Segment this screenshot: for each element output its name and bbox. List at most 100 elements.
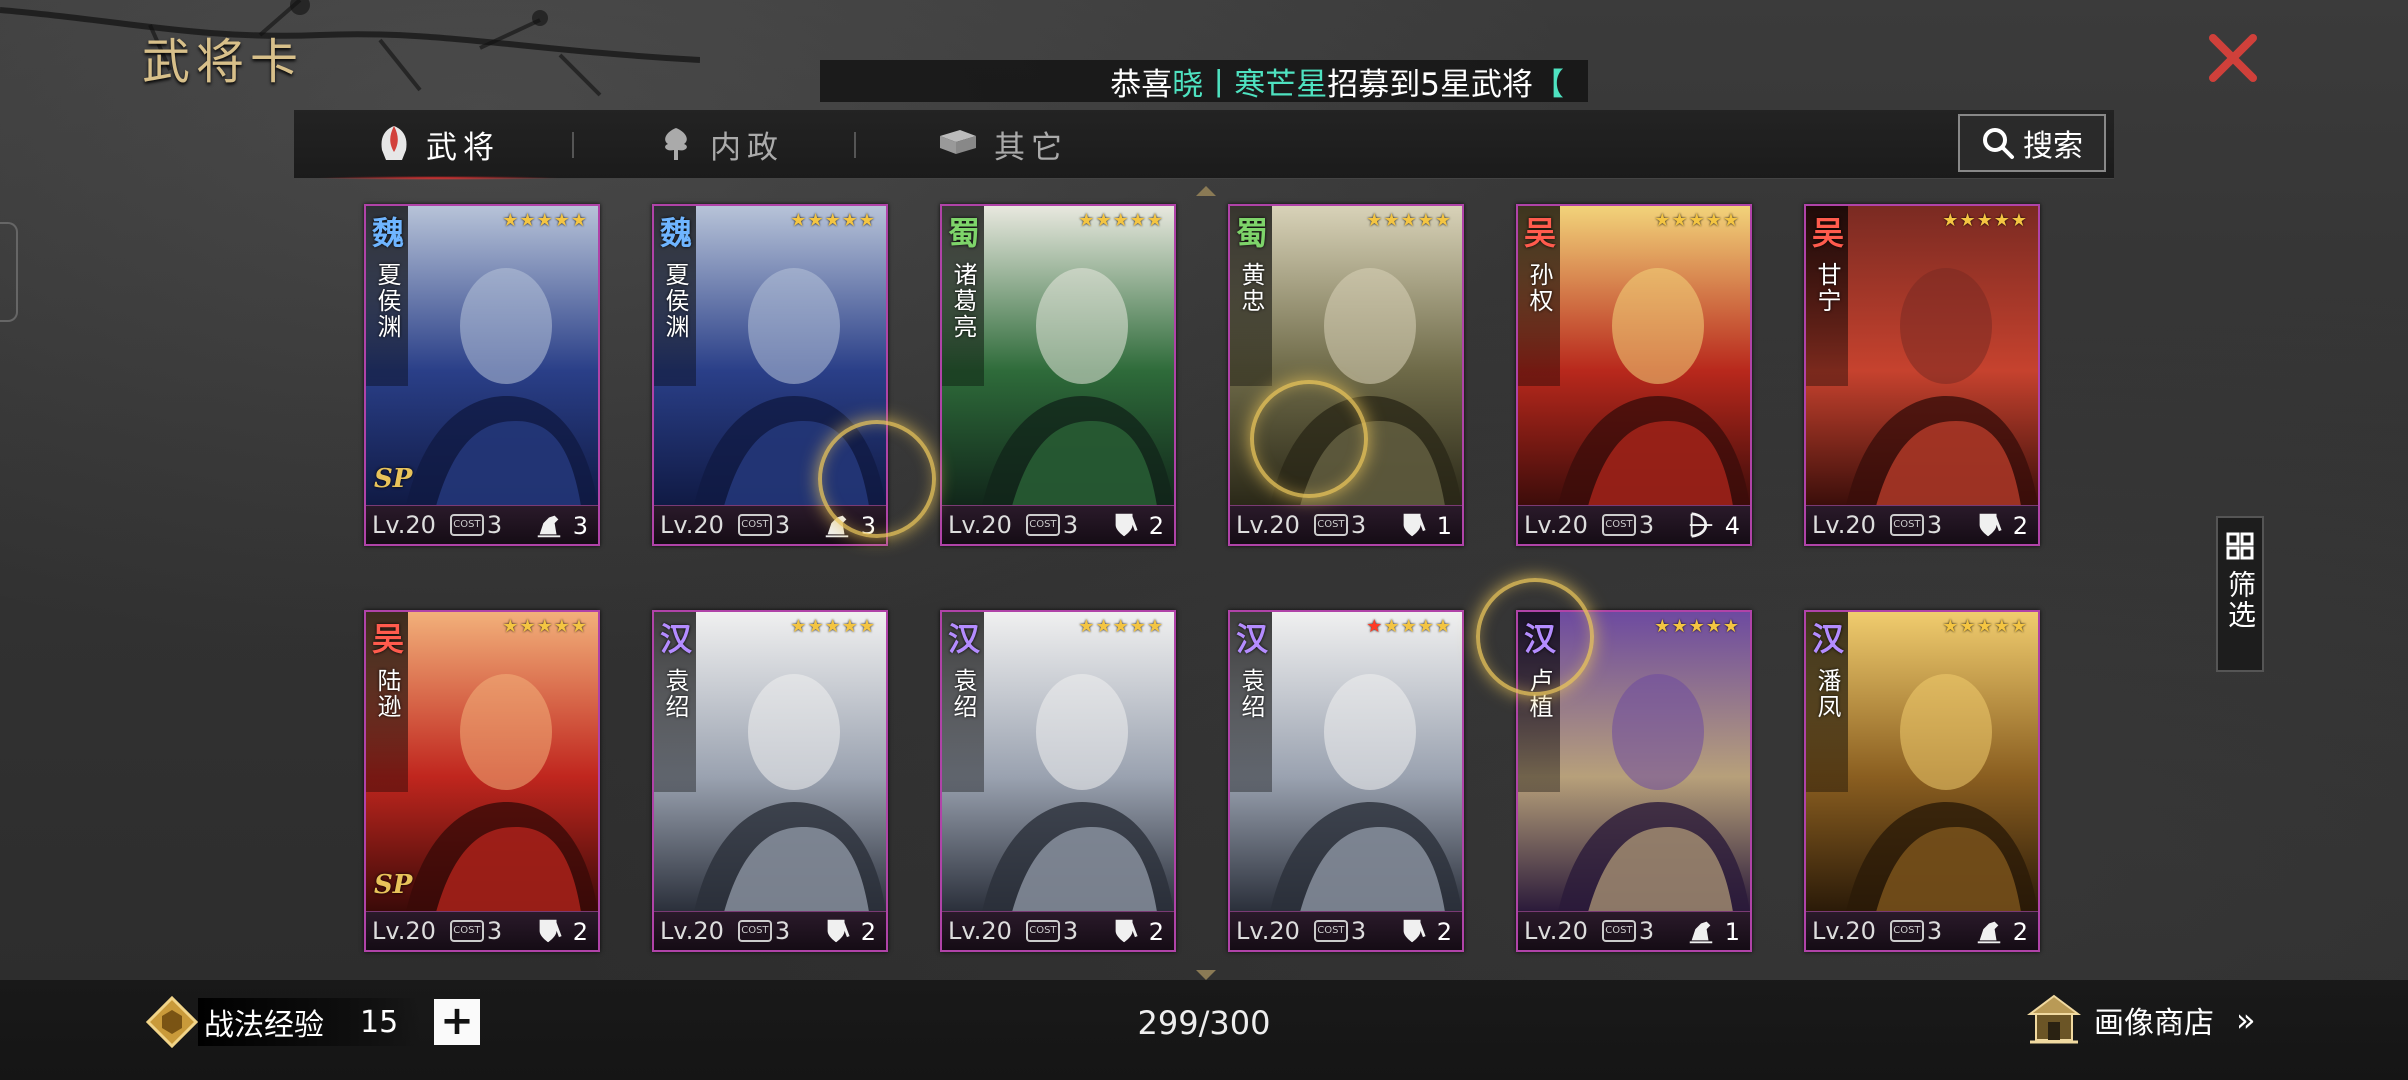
cavalry-icon — [537, 515, 561, 538]
general-card[interactable]: 汉 袁绍 ★★★★★ Lv.20 COST 3 2 — [652, 610, 888, 952]
tab-divider — [854, 132, 856, 158]
star-icon: ★ — [553, 210, 571, 231]
filter-button[interactable]: 筛选 — [2216, 516, 2264, 672]
star-icon: ★ — [807, 210, 825, 231]
level-label: Lv.20 — [1236, 917, 1300, 945]
star-icon: ★ — [1976, 616, 1994, 637]
star-icon: ★ — [1654, 616, 1672, 637]
star-icon: ★ — [519, 616, 537, 637]
general-card[interactable]: 吴 孙权 ★★★★★ Lv.20 COST 3 4 — [1516, 204, 1752, 546]
cost-icon: COST — [449, 514, 484, 536]
star-rating: ★★★★★ — [790, 616, 876, 637]
level-label: Lv.20 — [1236, 511, 1300, 539]
general-card[interactable]: 汉 袁绍 ★★★★★ Lv.20 COST 3 2 — [940, 610, 1176, 952]
cost-value: 3 — [1062, 511, 1079, 539]
tab-domestic[interactable]: 内政 — [656, 110, 784, 178]
cost-icon: COST — [1025, 920, 1060, 942]
duplicate-count: 1 — [1436, 512, 1452, 540]
cost: COST 3 — [737, 917, 790, 945]
star-rating: ★★★★★ — [1942, 616, 2028, 637]
cost-value: 3 — [1926, 511, 1943, 539]
general-name: 袁绍 — [949, 668, 977, 720]
star-icon: ★ — [1383, 210, 1401, 231]
star-icon: ★ — [841, 616, 859, 637]
cost-value: 3 — [486, 511, 503, 539]
general-name: 潘凤 — [1813, 668, 1841, 720]
cost-icon: COST — [1601, 514, 1636, 536]
star-icon: ★ — [1434, 616, 1452, 637]
star-icon: ★ — [1400, 210, 1418, 231]
star-icon: ★ — [536, 210, 554, 231]
search-button[interactable]: 搜索 — [1958, 114, 2106, 172]
tree-icon — [665, 128, 687, 160]
marquee-tail: 【 — [1533, 66, 1564, 103]
tactic-exp-label: 战法经验 — [204, 1008, 324, 1043]
marquee-suffix: 招募到5星武将 — [1327, 66, 1533, 103]
faction-label: 吴 — [1523, 214, 1556, 252]
star-rating: ★★★★★ — [1366, 616, 1452, 637]
cost: COST 3 — [1889, 917, 1942, 945]
cost-value: 3 — [1350, 917, 1367, 945]
shield-icon — [1115, 513, 1138, 537]
tab-other[interactable]: 其它 — [936, 110, 1068, 178]
star-icon: ★ — [1993, 616, 2011, 637]
star-icon: ★ — [807, 616, 825, 637]
tab-label: 武将 — [426, 129, 500, 166]
faction-label: 吴 — [1811, 214, 1844, 252]
portrait-shop-button[interactable]: 画像商店 » — [2026, 990, 2256, 1050]
level-label: Lv.20 — [1812, 917, 1876, 945]
faction-label: 汉 — [659, 620, 692, 658]
faction-label: 汉 — [1235, 620, 1268, 658]
side-collapse-tab[interactable] — [0, 222, 18, 322]
general-card[interactable]: 魏 夏侯渊 ★★★★★ Lv.20 COST 3 3 — [652, 204, 888, 546]
cost-icon: COST — [1025, 514, 1060, 536]
tab-divider — [572, 132, 574, 158]
general-card[interactable]: 汉 袁绍 ★★★★★ Lv.20 COST 3 2 — [1228, 610, 1464, 952]
star-icon: ★ — [1078, 616, 1096, 637]
shield-icon — [1403, 513, 1426, 537]
star-icon: ★ — [1400, 616, 1418, 637]
duplicate-count: 2 — [1148, 512, 1164, 540]
star-icon: ★ — [858, 210, 876, 231]
cost-icon: COST — [1313, 920, 1348, 942]
star-icon: ★ — [1993, 210, 2011, 231]
general-card[interactable]: 汉 潘凤 ★★★★★ Lv.20 COST 3 2 — [1804, 610, 2040, 952]
general-card[interactable]: 蜀 诸葛亮 ★★★★★ Lv.20 COST 3 2 — [940, 204, 1176, 546]
star-icon: ★ — [1959, 210, 1977, 231]
duplicate-count: 3 — [860, 512, 876, 540]
general-name: 卢植 — [1525, 668, 1553, 720]
general-card[interactable]: 汉 卢植 ★★★★★ Lv.20 COST 3 1 — [1516, 610, 1752, 952]
level-label: Lv.20 — [1812, 511, 1876, 539]
close-icon[interactable] — [2205, 30, 2261, 86]
star-rating: ★★★★★ — [1078, 616, 1164, 637]
duplicate-count: 2 — [2012, 918, 2028, 946]
bow-icon — [1689, 512, 1713, 538]
star-icon: ★ — [1942, 210, 1960, 231]
shield-icon — [539, 919, 562, 943]
tactic-exp: 战法经验 15 + — [146, 994, 480, 1050]
general-card[interactable]: 吴 甘宁 ★★★★★ Lv.20 COST 3 2 — [1804, 204, 2040, 546]
star-icon: ★ — [1129, 210, 1147, 231]
star-icon: ★ — [1671, 210, 1689, 231]
general-card[interactable]: 魏 夏侯渊 ★★★★★ Lv.20 COST 3 3 SP — [364, 204, 600, 546]
star-icon: ★ — [1095, 210, 1113, 231]
cost-icon: COST — [737, 920, 772, 942]
star-icon: ★ — [790, 616, 808, 637]
star-icon: ★ — [1383, 616, 1401, 637]
general-card[interactable]: 蜀 黄忠 ★★★★★ Lv.20 COST 3 1 — [1228, 204, 1464, 546]
level-label: Lv.20 — [660, 511, 724, 539]
add-tactic-exp-button[interactable]: + — [434, 999, 480, 1045]
general-name: 夏侯渊 — [661, 262, 689, 340]
general-name: 黄忠 — [1237, 262, 1265, 314]
tab-label: 内政 — [710, 129, 784, 166]
tactic-exp-value: 15 — [360, 1004, 399, 1040]
level-label: Lv.20 — [660, 917, 724, 945]
general-name: 孙权 — [1525, 262, 1553, 314]
cost-value: 3 — [1638, 511, 1655, 539]
duplicate-count: 3 — [572, 512, 588, 540]
cost: COST 3 — [1313, 511, 1366, 539]
tab-generals[interactable]: 武将 — [316, 110, 560, 180]
search-label: 搜索 — [2023, 129, 2083, 164]
general-card[interactable]: 吴 陆逊 ★★★★★ Lv.20 COST 3 2 SP — [364, 610, 600, 952]
sp-badge: SP — [374, 870, 413, 900]
